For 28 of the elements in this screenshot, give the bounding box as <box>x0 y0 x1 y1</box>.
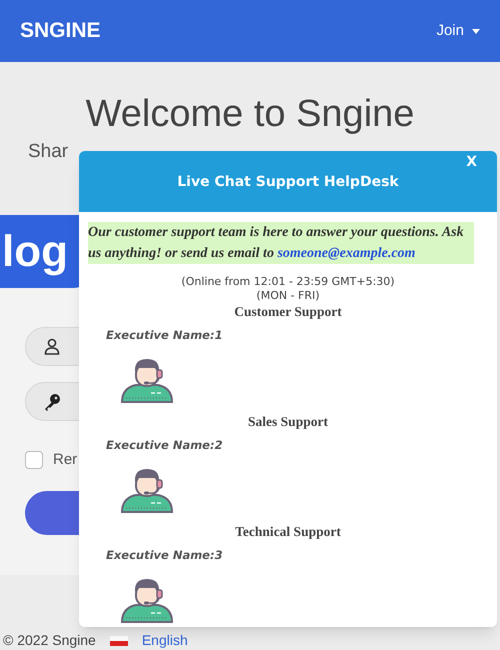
team-heading: Sales Support <box>248 413 328 431</box>
welcome-subtitle: Shar <box>28 141 68 162</box>
close-button[interactable]: X <box>466 152 477 173</box>
support-agent-icon <box>120 466 174 514</box>
executive-name: Executive Name:3 <box>106 548 223 562</box>
caret-icon <box>472 28 480 34</box>
remember-checkbox[interactable] <box>25 451 43 470</box>
team-heading: Technical Support <box>235 523 341 541</box>
copyright-text: © 2022 Sngine <box>3 631 96 650</box>
remember-label: Rer <box>53 450 78 470</box>
user-icon <box>44 338 60 355</box>
executive-name: Executive Name:1 <box>106 328 223 342</box>
welcome-title: Welcome to Sngine <box>86 92 414 136</box>
flag-icon <box>110 636 128 646</box>
language-link[interactable]: English <box>142 630 188 650</box>
site-logo[interactable]: SNGINE <box>20 15 101 47</box>
email-link[interactable]: someone@example.com <box>277 246 416 261</box>
online-hours: (Online from 12:01 - 23:59 GMT+5:30) <box>181 275 395 289</box>
online-days: (MON - FRI) <box>256 289 320 303</box>
join-menu[interactable]: Join <box>436 20 480 42</box>
support-agent-icon <box>120 576 174 624</box>
team-heading: Customer Support <box>234 303 342 321</box>
support-intro: Our customer support team is here to answer your questions. Ask us anything! or send us email to someone@example.com <box>88 222 474 264</box>
executive-name: Executive Name:2 <box>106 438 223 452</box>
key-icon <box>43 392 61 410</box>
dialog-title: Live Chat Support HelpDesk <box>177 173 399 192</box>
login-heading: log <box>2 226 68 278</box>
support-agent-icon <box>120 356 174 404</box>
